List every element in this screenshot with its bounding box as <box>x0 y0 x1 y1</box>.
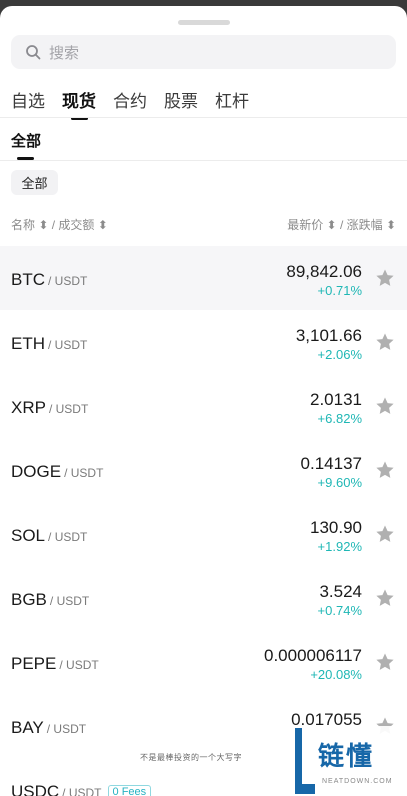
star-icon[interactable] <box>375 524 395 544</box>
quote-asset: / USDT <box>59 658 99 672</box>
price-change: +20.08% <box>310 667 362 682</box>
quote-asset: / USDT <box>48 274 88 288</box>
search-box[interactable]: 搜索 <box>11 35 396 69</box>
pair-symbol: BAY / USDT <box>11 718 86 738</box>
last-price: 130.90 <box>310 518 362 537</box>
quote-asset: / USDT <box>48 530 88 544</box>
quote-asset: / USDT <box>46 722 87 736</box>
pair-symbol: DOGE / USDT <box>11 462 103 482</box>
sort-name-volume[interactable]: 名称 ⬍ / 成交额 ⬍ <box>11 216 108 233</box>
price-change: +0.74% <box>317 603 362 618</box>
pair-symbol: USDC / USDT 0 Fees <box>11 782 152 796</box>
video-caption: 不是最棒投资的一个大写字 <box>140 753 242 762</box>
markets-sheet: 搜索 自选 现货 合约 股票 杠杆 全部 全部 名称 ⬍ / 成交额 ⬍ 最新价… <box>0 6 407 796</box>
price-change: +0.71% <box>317 283 362 298</box>
tabs-divider <box>0 117 407 118</box>
last-price: 3,101.66 <box>295 326 362 345</box>
pair-symbol: SOL / USDT <box>11 526 87 546</box>
quote-asset: / USDT <box>64 466 104 480</box>
quote-asset: / USDT <box>49 594 90 608</box>
sort-header: 名称 ⬍ / 成交额 ⬍ 最新价 ⬍ / 涨跌幅 ⬍ <box>11 216 396 234</box>
watermark-logo-url: NEATDOWN.COM <box>322 778 393 785</box>
base-asset: BAY <box>11 718 44 737</box>
base-asset: ETH <box>11 334 45 353</box>
market-row[interactable]: DOGE / USDT 0.14137 +9.60% <box>0 438 407 502</box>
market-row[interactable]: PEPE / USDT 0.000006117 +20.08% <box>0 630 407 694</box>
sheet-grabber[interactable] <box>178 20 230 25</box>
logo-l-mark-icon <box>295 728 315 794</box>
star-icon[interactable] <box>375 396 395 416</box>
pair-symbol: BGB / USDT <box>11 590 89 610</box>
search-icon <box>25 43 43 61</box>
base-asset: SOL <box>11 526 46 545</box>
pair-symbol: BTC / USDT <box>11 270 87 290</box>
price-change: +1.92% <box>317 539 362 554</box>
sort-price-change[interactable]: 最新价 ⬍ / 涨跌幅 ⬍ <box>287 216 396 233</box>
star-icon[interactable] <box>375 332 395 352</box>
market-row[interactable]: BTC / USDT 89,842.06 +0.71% <box>0 246 407 310</box>
base-asset: BGB <box>11 590 47 609</box>
market-row[interactable]: ETH / USDT 3,101.66 +2.06% <box>0 310 407 374</box>
quote-asset: / USDT <box>48 402 89 416</box>
star-icon[interactable] <box>375 588 395 608</box>
market-row[interactable]: SOL / USDT 130.90 +1.92% <box>0 502 407 566</box>
market-row[interactable]: BGB / USDT 3.524 +0.74% <box>0 566 407 630</box>
base-asset: USDC <box>11 782 60 796</box>
last-price: 2.0131 <box>310 390 362 409</box>
pair-symbol: PEPE / USDT <box>11 654 99 674</box>
subtab-divider <box>0 160 407 161</box>
zero-fees-badge: 0 Fees <box>107 785 152 796</box>
market-row[interactable]: XRP / USDT 2.0131 +6.82% <box>0 374 407 438</box>
filter-chip-all[interactable]: 全部 <box>11 170 58 195</box>
last-price: 0.000006117 <box>263 646 362 665</box>
base-asset: XRP <box>11 398 46 417</box>
pair-symbol: ETH / USDT <box>11 334 87 354</box>
pair-symbol: XRP / USDT <box>11 398 88 418</box>
quote-asset: / USDT <box>48 338 88 352</box>
base-asset: PEPE <box>11 654 57 673</box>
base-asset: BTC <box>11 270 45 289</box>
last-price: 0.14137 <box>300 454 362 473</box>
star-icon[interactable] <box>375 652 395 672</box>
last-price: 3.524 <box>319 582 362 601</box>
price-change: +2.06% <box>317 347 362 362</box>
subtab-all[interactable]: 全部 <box>11 130 41 151</box>
base-asset: DOGE <box>11 462 62 481</box>
quote-asset: / USDT <box>62 786 102 796</box>
star-icon[interactable] <box>375 268 395 288</box>
star-icon[interactable] <box>375 460 395 480</box>
search-placeholder: 搜索 <box>49 44 80 62</box>
watermark-logo-text: 链懂 <box>318 741 375 771</box>
last-price: 89,842.06 <box>286 262 362 281</box>
price-change: +6.82% <box>317 411 362 426</box>
price-change: +9.60% <box>317 475 362 490</box>
